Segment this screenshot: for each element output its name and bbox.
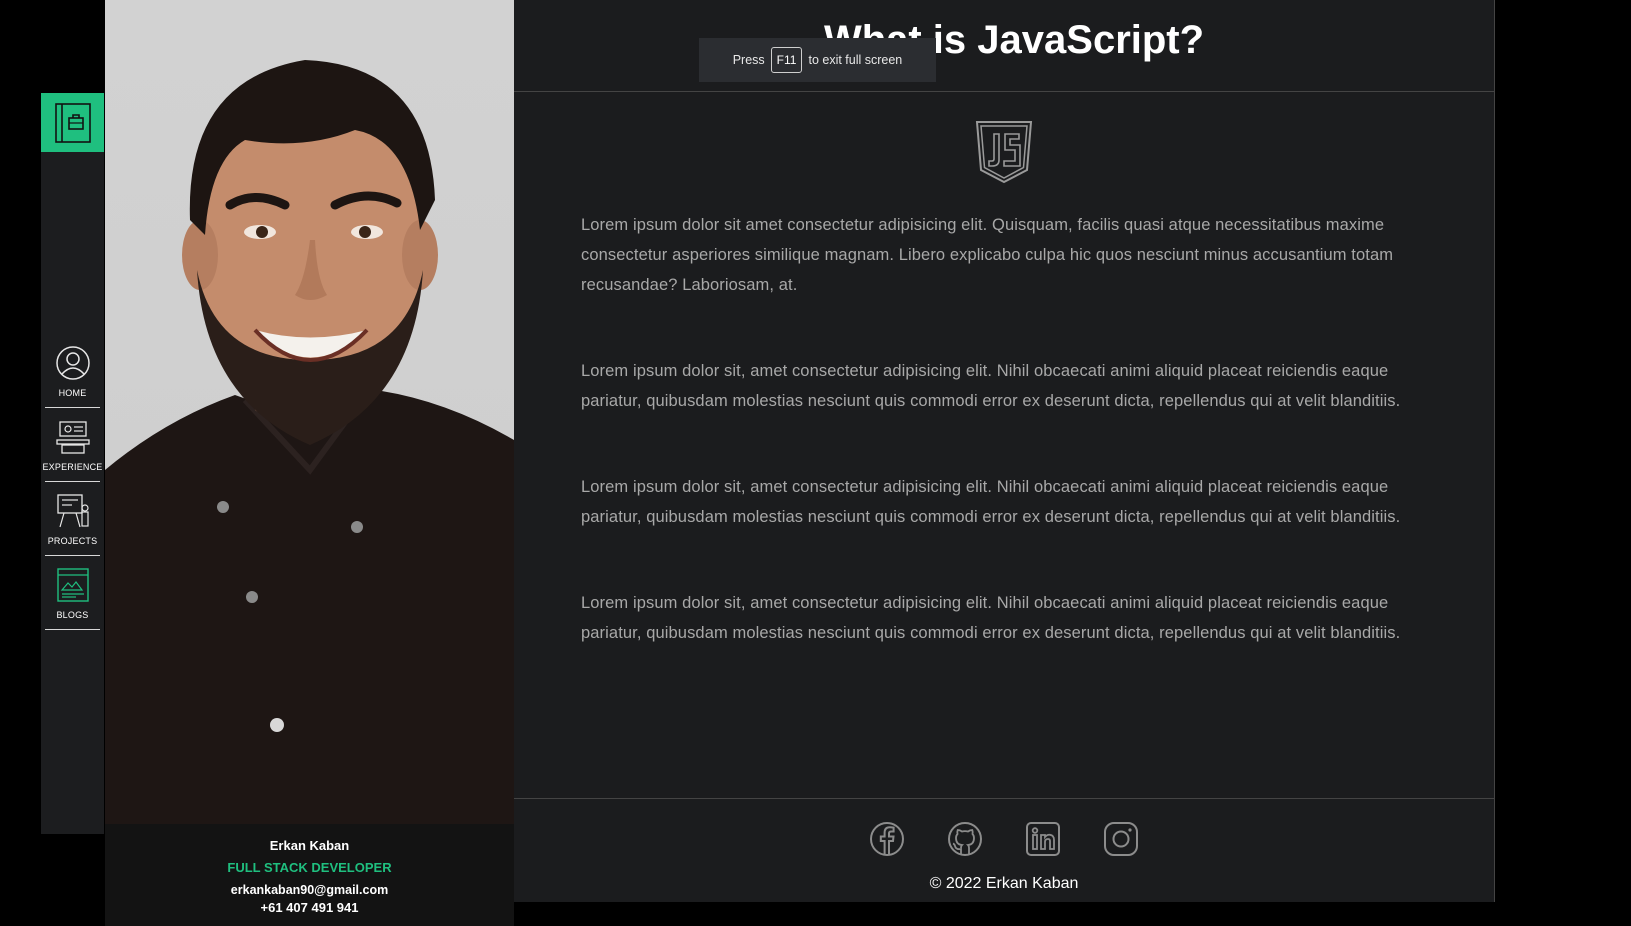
article-body: Lorem ipsum dolor sit amet consectetur a…: [514, 184, 1494, 648]
copyright-text: © 2022 Erkan Kaban: [929, 875, 1079, 892]
profile-role: FULL STACK DEVELOPER: [227, 860, 392, 875]
article-paragraph: Lorem ipsum dolor sit, amet consectetur …: [581, 594, 1401, 642]
portfolio-book-icon: [54, 102, 91, 143]
blog-icon: [56, 568, 89, 602]
article-logo: [514, 120, 1494, 184]
article-paragraph: Lorem ipsum dolor sit amet consectetur a…: [581, 216, 1394, 294]
profile-card: Erkan Kaban FULL STACK DEVELOPER erkanka…: [105, 824, 514, 926]
fullscreen-toast: Press F11 to exit full screen: [699, 38, 936, 82]
github-icon[interactable]: [947, 821, 983, 857]
nav-label-blogs: BLOGS: [56, 610, 89, 620]
nav-list: HOME EXPERIENCE PROJECTS BLOGS: [41, 334, 104, 630]
nav-item-blogs[interactable]: BLOGS: [41, 556, 104, 630]
page-footer: © 2022 Erkan Kaban: [514, 798, 1494, 902]
article-header: What is JavaScript?: [514, 0, 1494, 92]
profile-phone[interactable]: +61 407 491 941: [261, 900, 359, 915]
board-icon: [56, 494, 89, 528]
portrait-illustration: [105, 60, 514, 926]
nav-item-experience[interactable]: EXPERIENCE: [41, 408, 104, 482]
nav-label-home: HOME: [58, 388, 87, 398]
profile-email[interactable]: erkankaban90@gmail.com: [231, 883, 388, 897]
nav-label-projects: PROJECTS: [47, 536, 98, 546]
desk-icon: [55, 421, 90, 454]
linkedin-icon[interactable]: [1025, 821, 1061, 857]
profile-name: Erkan Kaban: [269, 838, 350, 853]
js-shield-icon: [975, 121, 1033, 184]
nav-item-home[interactable]: HOME: [41, 334, 104, 408]
brand-logo[interactable]: [41, 93, 104, 152]
instagram-icon[interactable]: [1103, 821, 1139, 857]
facebook-icon[interactable]: [869, 821, 905, 857]
article-paragraph: Lorem ipsum dolor sit, amet consectetur …: [581, 362, 1401, 410]
toast-suffix-text: to exit full screen: [808, 53, 903, 67]
user-circle-icon: [55, 346, 90, 380]
article-paragraph: Lorem ipsum dolor sit, amet consectetur …: [581, 478, 1401, 526]
toast-key: F11: [770, 47, 803, 73]
profile-photo: [105, 0, 514, 926]
nav-label-experience: EXPERIENCE: [42, 462, 103, 472]
toast-press-text: Press: [732, 53, 765, 67]
nav-item-projects[interactable]: PROJECTS: [41, 482, 104, 556]
blog-article: What is JavaScript? Lorem ipsum dolor si…: [514, 0, 1495, 902]
social-links: [869, 821, 1139, 857]
